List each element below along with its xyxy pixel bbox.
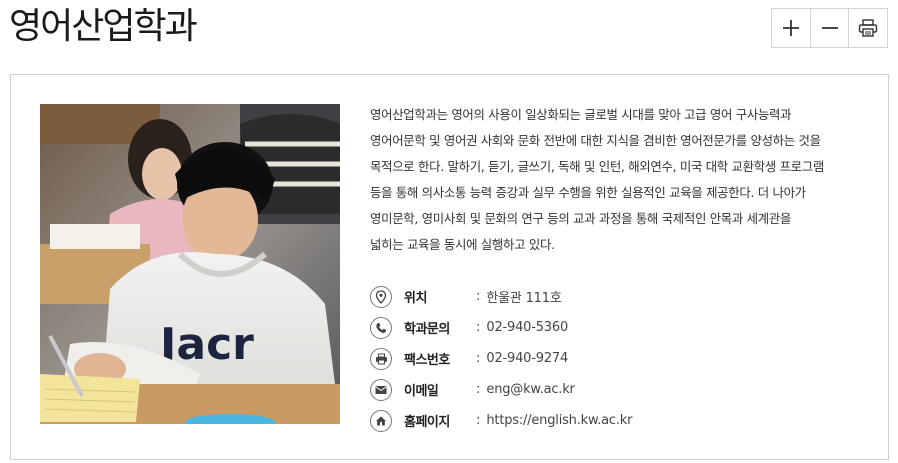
description-line: 영어산업학과는 영어의 사용이 일상화되는 글로벌 시대를 맞아 고급 영어 구… [370, 107, 792, 122]
info-value-fax: 02-940-9274 [486, 351, 569, 366]
student-photo: Jacr [40, 104, 340, 424]
zoom-out-button[interactable] [810, 9, 850, 47]
plus-icon [782, 20, 799, 36]
student-photo-illustration: Jacr [40, 104, 340, 424]
info-row-phone: 학과문의 : 02-940-5360 [370, 312, 870, 343]
print-button[interactable] [849, 9, 888, 47]
home-icon [370, 409, 392, 432]
description-line: 영미문학, 영미사회 및 문화의 연구 등의 교과 과정을 통해 국제적인 안목… [370, 211, 792, 226]
info-label: 팩스번호 [404, 353, 450, 368]
info-row-email: 이메일 : eng@kw.ac.kr [370, 374, 870, 405]
fax-icon [370, 347, 392, 370]
description-line: 목적으로 한다. 말하기, 듣기, 글쓰기, 독해 및 인턴, 해외연수, 미국… [370, 159, 824, 174]
description-line: 등을 통해 의사소통 능력 증강과 실무 수행을 위한 실용적인 교육을 제공한… [370, 185, 806, 200]
homepage-link[interactable]: https://english.kw.ac.kr [486, 413, 632, 428]
info-row-homepage: 홈페이지 : https://english.kw.ac.kr [370, 405, 870, 436]
page-toolbar [771, 8, 888, 48]
info-label: 학과문의 [404, 322, 450, 337]
info-row-location: 위치 : 한울관 111호 [370, 281, 870, 312]
location-pin-icon [370, 285, 392, 308]
info-separator: : [476, 289, 481, 304]
info-separator: : [476, 351, 481, 366]
printer-icon [858, 19, 878, 37]
info-row-fax: 팩스번호 : 02-940-9274 [370, 343, 870, 374]
info-value-phone[interactable]: 02-940-5360 [486, 320, 568, 335]
phone-icon [370, 316, 392, 339]
minus-icon [821, 27, 838, 29]
info-separator: : [476, 382, 481, 397]
contact-info-list: 위치 : 한울관 111호 학과문의 : 02-940-5360 팩스번호 : … [370, 281, 870, 436]
email-icon [370, 378, 392, 401]
email-link[interactable]: eng@kw.ac.kr [486, 382, 575, 397]
zoom-in-button[interactable] [772, 9, 811, 47]
department-description: 영어산업학과는 영어의 사용이 일상화되는 글로벌 시대를 맞아 고급 영어 구… [370, 102, 870, 258]
info-separator: : [476, 413, 481, 428]
description-line: 넓히는 교육을 동시에 실행하고 있다. [370, 237, 555, 252]
info-label: 이메일 [404, 384, 439, 399]
department-info-card: Jacr 영어산업학과는 영어의 사용이 일상화되는 글로벌 시대를 맞아 고급… [10, 74, 889, 460]
info-label: 홈페이지 [404, 415, 450, 430]
description-line: 영어어문학 및 영어권 사회와 문화 전반에 대한 지식을 겸비한 영어전문가를… [370, 133, 821, 148]
info-label: 위치 [404, 291, 427, 306]
info-separator: : [476, 320, 481, 335]
page-title: 영어산업학과 [9, 6, 198, 47]
info-value-location: 한울관 111호 [486, 291, 562, 306]
